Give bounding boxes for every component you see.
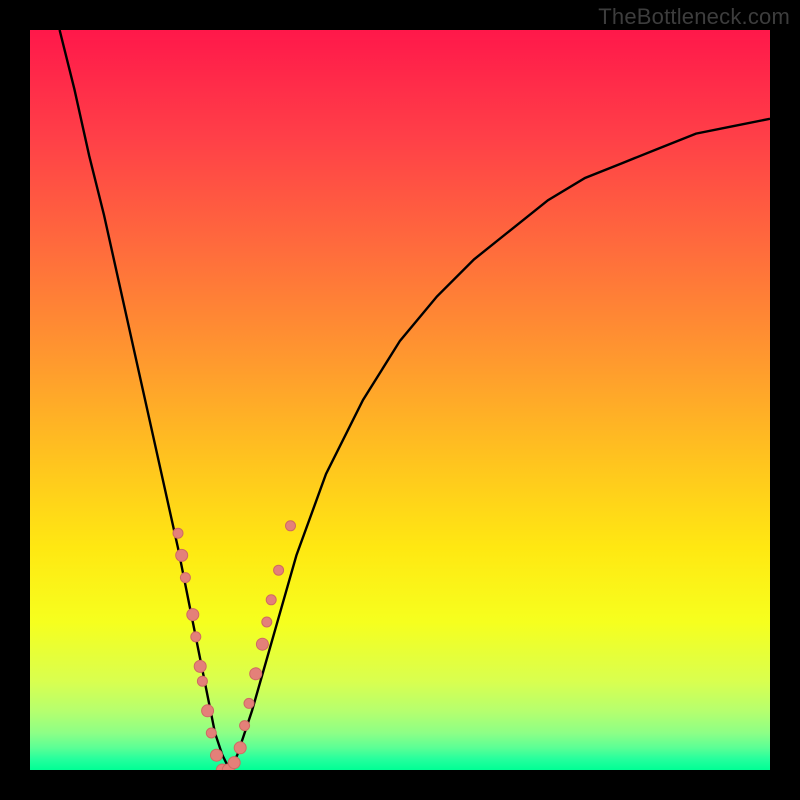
data-marker	[206, 728, 216, 738]
data-marker	[211, 749, 223, 761]
data-marker	[202, 705, 214, 717]
data-marker	[274, 565, 284, 575]
data-marker	[191, 632, 201, 642]
data-marker	[266, 595, 276, 605]
data-marker	[250, 668, 262, 680]
bottleneck-curve	[60, 30, 770, 770]
data-marker	[256, 638, 268, 650]
data-marker	[197, 676, 207, 686]
curve-layer	[60, 30, 770, 770]
markers-layer	[173, 521, 296, 770]
data-marker	[244, 698, 254, 708]
data-marker	[176, 549, 188, 561]
data-marker	[262, 617, 272, 627]
data-marker	[286, 521, 296, 531]
data-marker	[173, 528, 183, 538]
data-marker	[240, 721, 250, 731]
chart-frame: TheBottleneck.com	[0, 0, 800, 800]
data-marker	[187, 609, 199, 621]
data-marker	[234, 742, 246, 754]
watermark-text: TheBottleneck.com	[598, 4, 790, 30]
data-marker	[228, 757, 240, 769]
data-marker	[180, 573, 190, 583]
chart-plot-area	[30, 30, 770, 770]
chart-svg	[30, 30, 770, 770]
data-marker	[194, 660, 206, 672]
